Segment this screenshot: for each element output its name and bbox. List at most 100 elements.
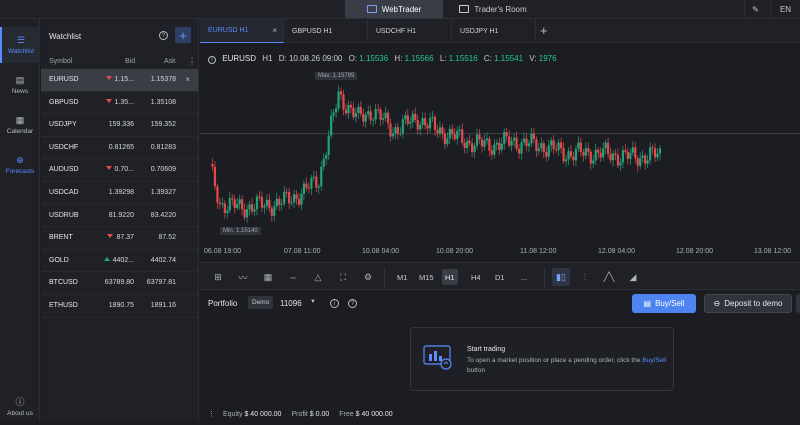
measure-icon[interactable]: ⇔ [285,269,301,285]
rail-item-about[interactable]: ⓘ About us [0,389,40,425]
candle-body [401,119,404,134]
watchlist-menu-icon[interactable]: ⋮ [188,57,196,66]
candlestick-chart[interactable] [200,44,800,244]
timeframe-h4[interactable]: H4 [468,269,484,285]
candle-body [325,154,328,160]
column-bid: Bid [125,57,136,65]
tab-usdjpy[interactable]: USDJPY H1 [452,19,536,43]
remove-symbol-icon[interactable]: × [185,75,190,84]
bars-chart-icon[interactable]: ⫶ [576,268,594,286]
candle-body [498,142,501,150]
timeframe-d1[interactable]: D1 [492,269,508,285]
rail-item-forecasts[interactable]: ⊕ Forecasts [0,147,40,183]
candle-body [564,159,568,162]
help-icon[interactable]: ? [348,299,357,308]
theme-toggle-icon[interactable]: ✎ [744,0,766,18]
row-bid: 87.37 [107,234,134,241]
indicators-icon[interactable]: ⊞ [210,269,226,285]
start-trading-card: Start trading To open a market position … [410,327,674,391]
calendar-events-icon[interactable]: ▦ [260,269,276,285]
x-tick-label: 10.08 20:00 [436,248,473,255]
candle-body [451,128,454,135]
free-label: Free [339,410,354,418]
account-selector[interactable]: 11096 [280,299,302,308]
rail-item-calendar[interactable]: ▦ Calendar [0,107,40,143]
candle-body [634,147,637,159]
candle-body [616,154,620,166]
candle-body [221,203,224,205]
timeframe-m1[interactable]: M1 [394,269,410,285]
x-tick-label: 12.08 04:00 [598,248,635,255]
tab-usdchf[interactable]: USDCHF H1 [368,19,452,43]
min-price-label: Min. 1.15140 [220,227,261,235]
candle-body [349,104,353,108]
timeframe-m15[interactable]: M15 [416,269,437,285]
row-bid-value: 1.15... [114,76,134,83]
language-button[interactable]: EN [770,0,800,18]
info-icon[interactable]: i [330,299,339,308]
candle-body [614,153,617,155]
candle-body [431,116,434,119]
shapes-icon[interactable]: △ [310,269,326,285]
buy-sell-link[interactable]: Buy/Sell [642,357,666,364]
watchlist-row[interactable]: AUDUSD 0.70... 0.70609 [41,159,198,182]
candle-body [330,115,333,136]
candle-body [597,149,600,153]
tab-gbpusd[interactable]: GBPUSD H1 [284,19,368,43]
watchlist-row[interactable]: USDCAD 1.39298 1.39327 [41,182,198,205]
area-chart-icon[interactable]: ◢ [624,268,642,286]
help-icon[interactable]: ? [159,31,168,40]
row-bid: 159.336 [109,121,134,128]
chevron-down-icon[interactable]: ▼ [310,299,316,305]
add-symbol-button[interactable]: + [175,27,191,43]
candle-body [577,142,580,149]
watchlist-row[interactable]: USDCHF 0.81265 0.81283 [41,137,198,160]
trend-tools-icon[interactable]: 〰 [235,269,251,285]
watchlist-row[interactable]: ETHUSD 1890.75 1891.16 [41,295,198,318]
overflow-button[interactable] [796,294,800,313]
timeframe-h1[interactable]: H1 [442,269,458,285]
candle-body [389,123,392,137]
watchlist-row[interactable]: USDJPY 159.336 159.352 [41,114,198,137]
rail-item-watchlist[interactable]: ☰ Watchlist [0,27,40,63]
watchlist-row[interactable]: BRENT 87.37 87.52 [41,227,198,250]
deposit-button[interactable]: ⊖ Deposit to demo [704,294,792,313]
summary-menu-icon[interactable]: ⋮ [208,410,215,418]
candle-body [404,115,407,120]
candle-body [372,119,375,121]
watchlist-row[interactable]: BTCUSD 63789.80 63797.81 [41,272,198,295]
candle-body [559,142,563,149]
rail-item-news[interactable]: ▤ News [0,67,40,103]
price-down-icon [105,166,112,171]
candle-body [414,113,417,120]
watchlist-row[interactable]: GBPUSD 1.35... 1.35108 [41,92,198,115]
candle-body [441,127,444,134]
line-chart-icon[interactable]: ╱╲ [600,268,618,286]
tab-label: USDJPY H1 [460,27,499,35]
watchlist-row[interactable]: GOLD 4402... 4402.74 [41,250,198,273]
candle-body [273,206,276,216]
candle-body [438,127,442,134]
watchlist-row[interactable]: USDRUB 81.9220 83.4220 [41,205,198,228]
candle-body [604,142,607,149]
zoom-fit-icon[interactable]: ⛶ [335,269,351,285]
candle-body [409,121,412,124]
watchlist-row[interactable]: EURUSD 1.15... 1.15378 × [41,69,198,92]
timeframe-more[interactable]: ... [518,269,530,285]
candle-body [611,153,615,161]
candles-chart-icon[interactable]: ▮▯ [552,268,570,286]
candle-body [364,114,367,122]
candle-body [424,118,427,126]
webtrader-button[interactable]: WebTrader [345,0,443,18]
candle-body [352,107,355,118]
traders-room-button[interactable]: Trader's Room [453,0,533,18]
chart-area[interactable]: i EURUSD H1 D: 10.08.26 09:00 O: 1.15536… [200,44,800,262]
candle-body [399,133,402,135]
settings-icon[interactable]: ⚙ [360,269,376,285]
rail-label-forecasts: Forecasts [5,167,35,175]
buy-sell-button[interactable]: ▤ Buy/Sell [632,294,696,313]
tab-eurusd[interactable]: EURUSD H1 × [200,19,284,43]
candle-body [248,204,251,210]
add-tab-button[interactable]: + [540,23,548,38]
close-tab-icon[interactable]: × [272,26,277,35]
